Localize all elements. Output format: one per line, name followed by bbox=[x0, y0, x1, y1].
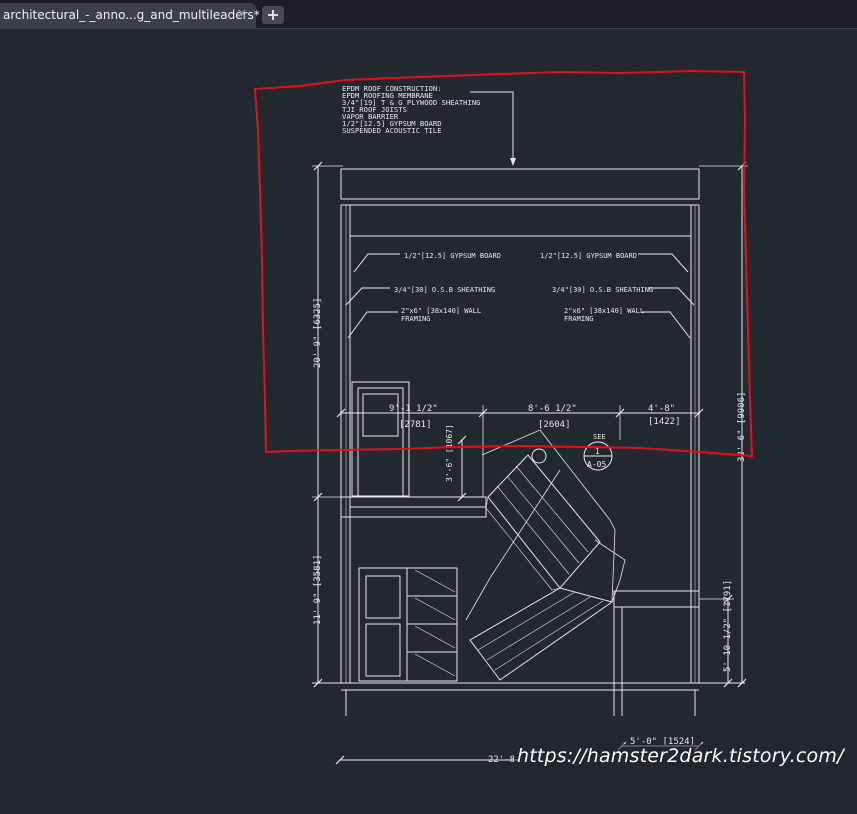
roof-leader-arrow bbox=[510, 158, 516, 166]
roof-slab bbox=[340, 168, 700, 200]
stair-stringer-upper bbox=[485, 496, 561, 591]
right-framing-note-1: 2"x6" [38x140] WALL bbox=[564, 307, 644, 315]
right-framing-note-2: FRAMING bbox=[564, 315, 594, 323]
upper-door bbox=[351, 381, 410, 497]
dim-door-height: 3'-6" [1067] bbox=[445, 424, 454, 482]
right-framing-leader bbox=[642, 311, 691, 339]
callout-number: 1 bbox=[595, 447, 600, 456]
dim-span-right-mm: [1422] bbox=[648, 417, 681, 427]
roof-note-line-7: SUSPENDED ACOUSTIC TILE bbox=[342, 126, 442, 135]
left-framing-note-1: 2"x6" [38x140] WALL bbox=[401, 307, 481, 315]
right-sheathing-note: 3/4"[30] O.S.B SHEATHING bbox=[552, 286, 653, 294]
lower-door-panel-bottom bbox=[365, 623, 401, 677]
plus-icon bbox=[268, 10, 278, 20]
lower-door-panel-top bbox=[365, 575, 401, 619]
watermark-url: https://hamster2dark.tistory.com/ bbox=[514, 744, 847, 768]
stair-flight-upper bbox=[487, 454, 601, 589]
right-gypsum-leader bbox=[638, 253, 689, 273]
revision-markup-cloud[interactable] bbox=[253, 69, 754, 458]
dim-span-center: 8'-6 1/2" bbox=[528, 404, 577, 414]
dim-span-left-mm: [2781] bbox=[399, 420, 432, 430]
dim-left-lower: 11'-9" [3581] bbox=[313, 555, 323, 625]
dim-left-upper: 20'-9" [6325] bbox=[313, 298, 323, 368]
stair-flight-lower bbox=[469, 587, 614, 681]
landing-rail bbox=[594, 539, 626, 603]
callout-sheet: A-05 bbox=[587, 460, 606, 469]
document-tab-bar: architectural_-_anno...g_and_multileader… bbox=[0, 0, 857, 29]
left-sheathing-leader bbox=[345, 287, 390, 306]
glazing-hatch bbox=[414, 569, 456, 677]
right-gypsum-note: 1/2"[12.5] GYPSUM BOARD bbox=[540, 252, 637, 260]
landing-slab bbox=[613, 590, 700, 608]
dim-span-left: 9'-1 1/2" bbox=[389, 404, 438, 414]
dim-right-total: 32'-6" [9906] bbox=[737, 392, 747, 462]
stair-railing-lower bbox=[465, 469, 561, 621]
dim-span-center-mm: [2604] bbox=[538, 420, 571, 430]
left-gypsum-note: 1/2"[12.5] GYPSUM BOARD bbox=[404, 252, 501, 260]
dim-right-lower: 5'-10 1/2" [1791] bbox=[723, 580, 733, 672]
left-framing-leader bbox=[347, 311, 398, 339]
drawing-canvas[interactable]: EPDM ROOF CONSTRUCTION: EPDM ROOFING MEM… bbox=[0, 29, 857, 814]
close-icon[interactable]: ✕ bbox=[234, 7, 250, 23]
stair-treads-upper bbox=[496, 465, 589, 575]
elevation-marker bbox=[531, 448, 547, 464]
dim-bottom-total: 22'-8 bbox=[488, 755, 515, 765]
document-tab-title: architectural_-_anno...g_and_multileader… bbox=[3, 8, 260, 22]
document-tab[interactable]: architectural_-_anno...g_and_multileader… bbox=[0, 3, 260, 28]
stair-treads-lower bbox=[477, 591, 604, 671]
upper-door-panel bbox=[362, 393, 399, 437]
left-gypsum-leader bbox=[353, 253, 400, 273]
right-sheathing-leader bbox=[648, 287, 695, 306]
left-framing-note-2: FRAMING bbox=[401, 315, 431, 323]
left-sheathing-note: 3/4"[30] O.S.B SHEATHING bbox=[394, 286, 495, 294]
dim-span-right: 4'-8" bbox=[648, 404, 675, 414]
new-tab-button[interactable] bbox=[262, 6, 284, 24]
callout-see: SEE bbox=[593, 433, 606, 441]
